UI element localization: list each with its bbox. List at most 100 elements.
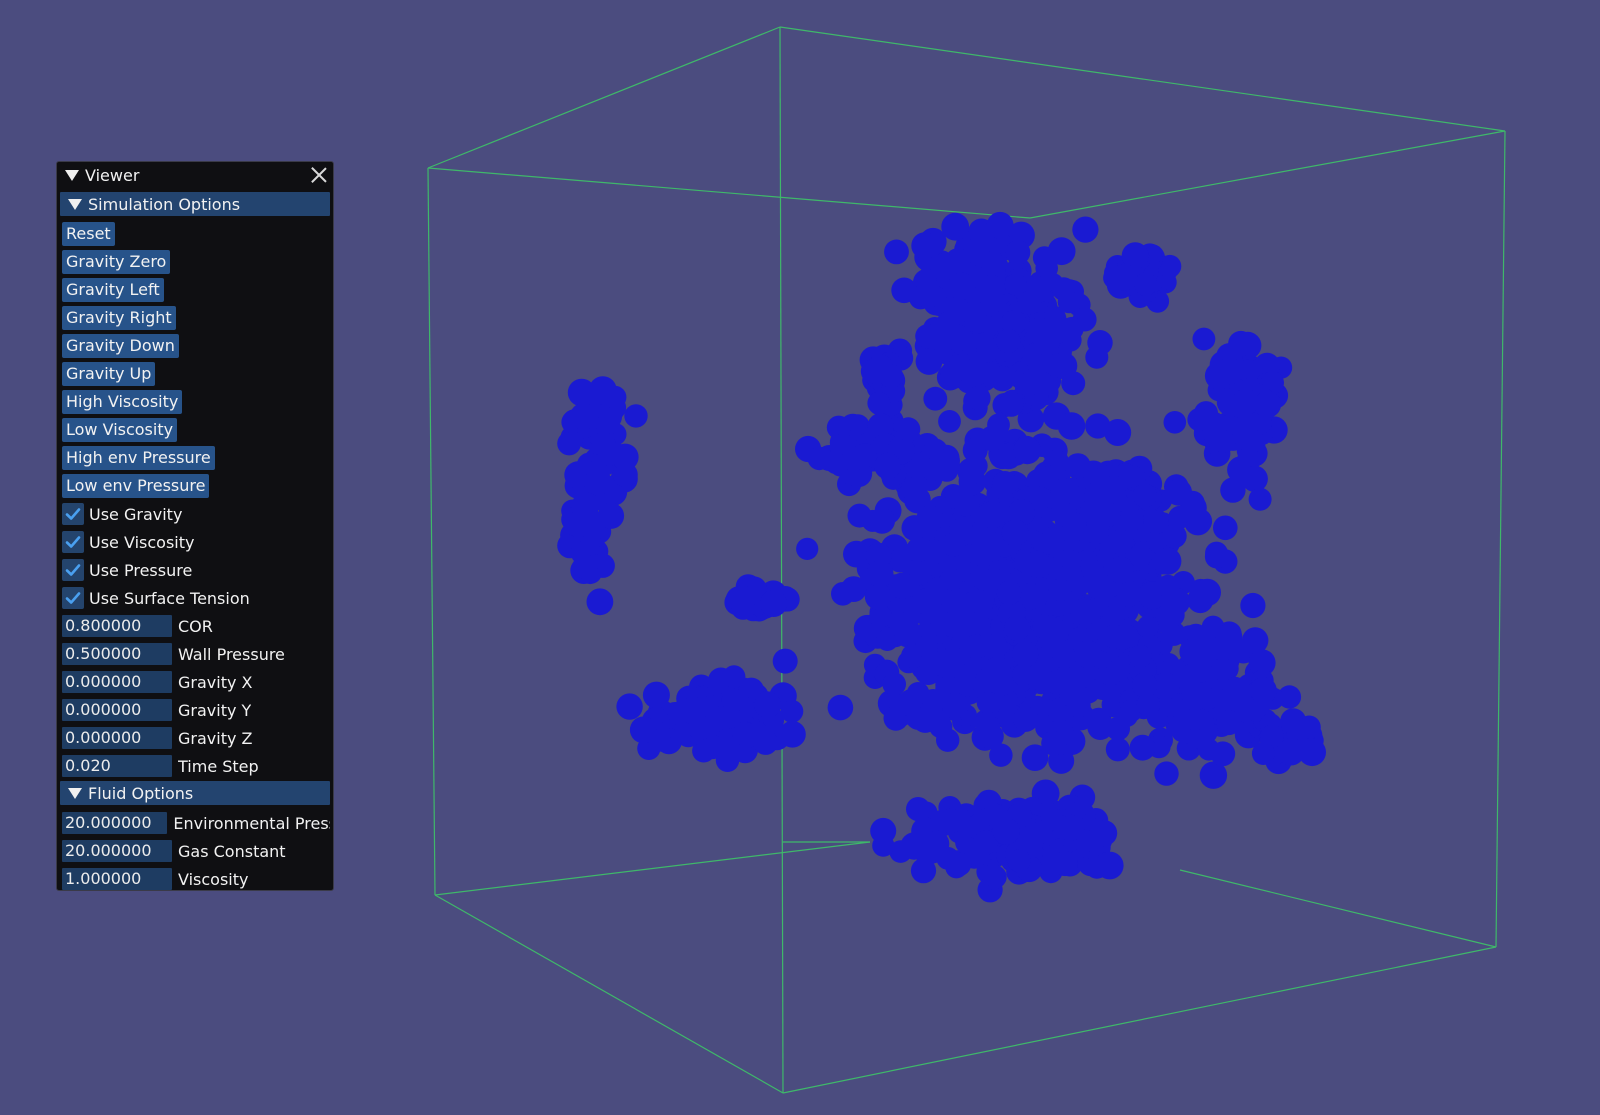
- particle: [572, 554, 598, 579]
- gravity-x-field-row: 0.000000 Gravity X: [60, 668, 330, 696]
- section-title: Simulation Options: [88, 194, 241, 214]
- particle: [1193, 578, 1222, 607]
- particle: [624, 404, 648, 428]
- particle: [1240, 592, 1266, 619]
- checkbox-label: Use Surface Tension: [89, 588, 250, 608]
- particle: [923, 386, 948, 411]
- gravity-left-button[interactable]: Gravity Left: [62, 278, 164, 302]
- particle: [989, 743, 1013, 767]
- triangle-down-icon[interactable]: [68, 198, 82, 210]
- particle: [1048, 578, 1072, 602]
- particle: [870, 817, 897, 844]
- viscosity-input[interactable]: 1.000000: [62, 868, 172, 890]
- particle: [996, 580, 1022, 606]
- particle: [1213, 515, 1238, 541]
- particle: [772, 648, 798, 674]
- use-viscosity-checkbox-row[interactable]: Use Viscosity: [60, 528, 330, 556]
- particle: [866, 560, 894, 588]
- particle: [841, 446, 867, 472]
- particle: [913, 830, 940, 857]
- use-pressure-checkbox[interactable]: [62, 559, 84, 581]
- use-pressure-checkbox-row[interactable]: Use Pressure: [60, 556, 330, 584]
- triangle-down-icon[interactable]: [68, 787, 82, 799]
- gravity-right-button[interactable]: Gravity Right: [62, 306, 176, 330]
- particle: [940, 568, 963, 591]
- field-label: COR: [178, 616, 213, 636]
- gravity-z-input[interactable]: 0.000000: [62, 727, 172, 749]
- time-step-field-row: 0.020 Time Step: [60, 752, 330, 780]
- particle: [1211, 657, 1235, 682]
- particle: [1192, 327, 1216, 351]
- gas-constant-input[interactable]: 20.000000: [62, 840, 172, 862]
- gravity-down-button[interactable]: Gravity Down: [62, 334, 179, 358]
- particle: [1108, 529, 1133, 555]
- gravity-up-button[interactable]: Gravity Up: [62, 362, 156, 386]
- particle: [1105, 737, 1130, 762]
- gravity-zero-button[interactable]: Gravity Zero: [62, 250, 171, 274]
- close-icon[interactable]: [310, 166, 328, 184]
- particle: [965, 454, 988, 477]
- field-label: Viscosity: [178, 869, 249, 889]
- field-label: Gravity Z: [178, 728, 253, 748]
- particle: [938, 410, 961, 433]
- simulation-options-header[interactable]: Simulation Options: [60, 192, 330, 216]
- particle: [1248, 487, 1272, 511]
- particle: [603, 385, 627, 409]
- particle: [1004, 615, 1030, 641]
- fluid-options-header[interactable]: Fluid Options: [60, 781, 330, 805]
- particle: [569, 402, 598, 431]
- reset-button[interactable]: Reset: [62, 222, 115, 246]
- particle: [1163, 411, 1187, 434]
- particle: [996, 328, 1021, 354]
- high-viscosity-button[interactable]: High Viscosity: [62, 390, 183, 414]
- use-gravity-checkbox-row[interactable]: Use Gravity: [60, 500, 330, 528]
- checkmark-icon: [65, 564, 81, 576]
- particle: [1045, 669, 1070, 695]
- particle: [1162, 523, 1187, 549]
- triangle-down-icon[interactable]: [65, 170, 79, 181]
- wall-pressure-input[interactable]: 0.500000: [62, 643, 172, 665]
- particle: [874, 452, 901, 480]
- time-step-input[interactable]: 0.020: [62, 755, 172, 777]
- particle: [1233, 388, 1259, 415]
- particle: [916, 505, 944, 533]
- particle: [1074, 640, 1102, 669]
- particle: [930, 253, 958, 281]
- high-env-pressure-button[interactable]: High env Pressure: [62, 446, 215, 470]
- cor-input[interactable]: 0.800000: [62, 615, 172, 637]
- particle: [1058, 815, 1085, 841]
- particle: [1128, 544, 1153, 568]
- gravity-x-input[interactable]: 0.000000: [62, 671, 172, 693]
- particle: [1008, 849, 1031, 873]
- particle: [1004, 273, 1027, 296]
- use-viscosity-checkbox[interactable]: [62, 531, 84, 553]
- particle: [936, 728, 960, 752]
- particle: [1032, 246, 1056, 270]
- particle: [722, 665, 746, 689]
- particle: [1087, 330, 1113, 356]
- checkmark-icon: [65, 508, 81, 520]
- particle: [991, 477, 1014, 500]
- button-row: Reset: [60, 220, 330, 248]
- particle: [1154, 761, 1179, 786]
- particle: [1050, 352, 1078, 380]
- use-gravity-checkbox[interactable]: [62, 503, 84, 525]
- particle: [1285, 717, 1309, 741]
- viewer-window[interactable]: Viewer Simulation Options Reset Gravity Z…: [56, 161, 334, 891]
- particle: [941, 212, 970, 241]
- gravity-y-input[interactable]: 0.000000: [62, 699, 172, 721]
- particle: [1085, 855, 1109, 879]
- use-surface-tension-checkbox-row[interactable]: Use Surface Tension: [60, 584, 330, 612]
- particle: [732, 721, 757, 746]
- checkbox-label: Use Gravity: [89, 504, 183, 524]
- use-surface-tension-checkbox[interactable]: [62, 587, 84, 609]
- particle: [1132, 483, 1157, 508]
- window-titlebar[interactable]: Viewer: [57, 162, 333, 189]
- field-label: Time Step: [178, 756, 259, 776]
- environmental-press-input[interactable]: 20.000000: [62, 812, 168, 834]
- low-env-pressure-button[interactable]: Low env Pressure: [62, 474, 210, 498]
- button-row: Low Viscosity: [60, 416, 330, 444]
- field-label: Gravity X: [178, 672, 253, 692]
- low-viscosity-button[interactable]: Low Viscosity: [62, 418, 178, 442]
- particle: [1057, 291, 1080, 314]
